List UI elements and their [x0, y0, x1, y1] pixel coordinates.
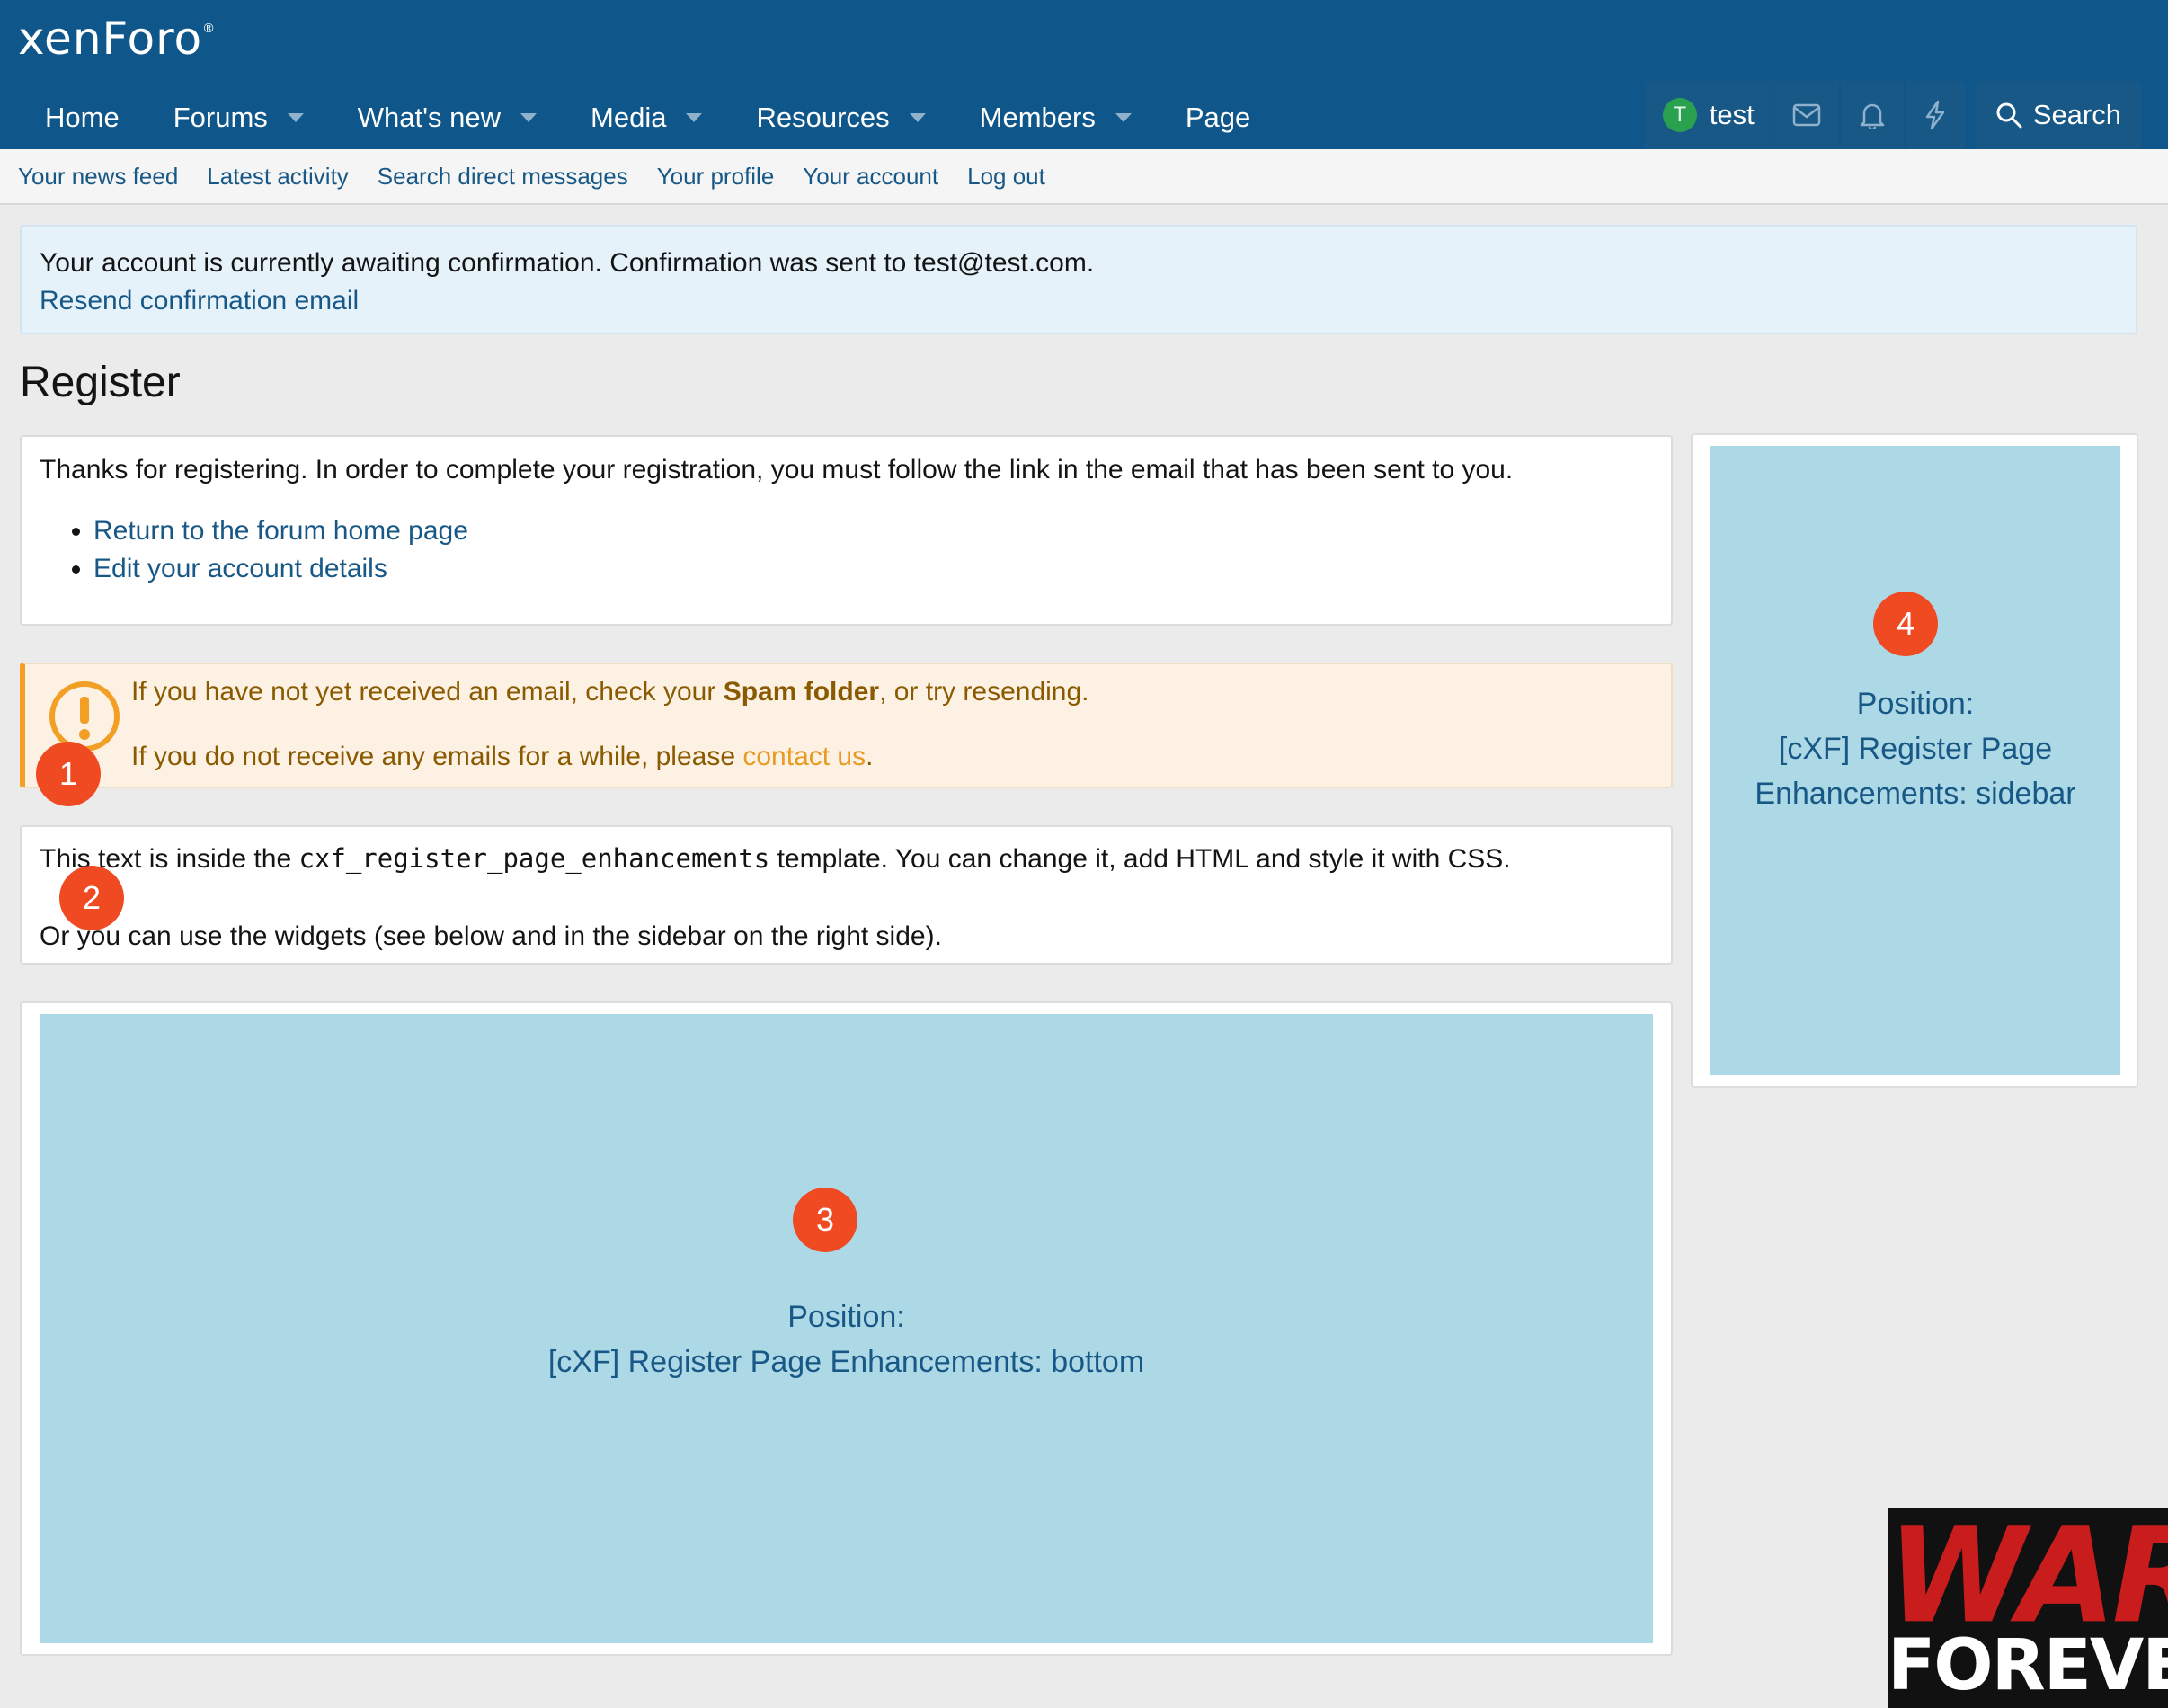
user-bar: T test Search [1644, 81, 2141, 149]
site-logo[interactable]: xenForo® [18, 13, 216, 65]
template-name: cxf_register_page_enhancements [298, 843, 770, 874]
list-item: Return to the forum home page [93, 512, 1653, 550]
search-button[interactable]: Search [1975, 81, 2141, 149]
envelope-icon [1792, 103, 1821, 127]
search-icon [1996, 102, 2022, 129]
callout-badge: 3 [793, 1188, 857, 1252]
main-nav: Home Forums What's new Media Resources M… [18, 86, 1277, 149]
list-item: Edit your account details [93, 550, 1653, 588]
warning-line-2: If you do not receive any emails for a w… [131, 742, 874, 771]
page-title: Register [20, 359, 181, 406]
site-header: xenForo® Home Forums What's new Media Re… [0, 0, 2168, 149]
sidebar-widget-text: Position: [cXF] Register Page Enhancemen… [1755, 687, 2076, 811]
account-group: T test [1644, 81, 1965, 149]
subnav-search-messages[interactable]: Search direct messages [378, 163, 628, 191]
nav-members[interactable]: Members [953, 86, 1159, 149]
subnav-your-account[interactable]: Your account [803, 163, 938, 191]
subnav-news-feed[interactable]: Your news feed [18, 163, 178, 191]
callout-badge: 2 [59, 866, 124, 930]
chevron-down-icon[interactable] [909, 113, 926, 122]
nav-media[interactable]: Media [564, 86, 729, 149]
war-forever-watermark: WAR FOREVER [1888, 1508, 2168, 1708]
whats-new-button[interactable] [1906, 81, 1965, 149]
bottom-widget: Position: [cXF] Register Page Enhancemen… [40, 1014, 1653, 1643]
nav-resources[interactable]: Resources [729, 86, 952, 149]
confirmation-notice: Your account is currently awaiting confi… [20, 225, 2137, 334]
forum-home-link[interactable]: Return to the forum home page [93, 516, 468, 546]
callout-badge: 1 [36, 742, 101, 806]
chevron-down-icon[interactable] [287, 113, 304, 122]
subnav-log-out[interactable]: Log out [967, 163, 1045, 191]
nav-page[interactable]: Page [1159, 86, 1277, 149]
sidebar-widget: Position: [cXF] Register Page Enhancemen… [1710, 446, 2120, 1075]
template-text-block: This text is inside the cxf_register_pag… [20, 825, 1673, 965]
exclamation-icon [49, 681, 120, 752]
nav-forums[interactable]: Forums [147, 86, 331, 149]
bottom-widget-block: Position: [cXF] Register Page Enhancemen… [20, 1001, 1673, 1656]
template-line-1: This text is inside the cxf_register_pag… [40, 843, 1511, 874]
nav-whats-new[interactable]: What's new [331, 86, 564, 149]
subnav-latest-activity[interactable]: Latest activity [207, 163, 349, 191]
sidebar-widget-block: Position: [cXF] Register Page Enhancemen… [1691, 433, 2138, 1088]
chevron-down-icon[interactable] [686, 113, 703, 122]
template-line-2: Or you can use the widgets (see below an… [40, 921, 942, 951]
nav-home[interactable]: Home [18, 86, 147, 149]
bell-icon [1860, 103, 1885, 129]
account-menu[interactable]: T test [1645, 81, 1773, 149]
bottom-widget-text: Position: [cXF] Register Page Enhancemen… [547, 1300, 1145, 1379]
callout-badge: 4 [1873, 592, 1938, 656]
avatar: T [1662, 98, 1697, 132]
resend-confirmation-link[interactable]: Resend confirmation email [40, 286, 359, 316]
subnav-your-profile[interactable]: Your profile [657, 163, 775, 191]
chevron-down-icon[interactable] [520, 113, 538, 122]
warning-line-1: If you have not yet received an email, c… [131, 677, 1089, 707]
registration-text: Thanks for registering. In order to comp… [40, 455, 1514, 485]
alerts-button[interactable] [1841, 81, 1904, 149]
registration-message: Thanks for registering. In order to comp… [20, 435, 1673, 626]
username: test [1709, 99, 1755, 130]
sub-nav: Your news feed Latest activity Search di… [0, 149, 2168, 205]
search-label: Search [2032, 99, 2121, 130]
link-list: Return to the forum home page Edit your … [40, 512, 1653, 588]
lightning-icon [1925, 100, 1945, 130]
contact-us-link[interactable]: contact us [742, 742, 866, 771]
chevron-down-icon[interactable] [1115, 113, 1132, 122]
edit-account-link[interactable]: Edit your account details [93, 554, 387, 583]
notice-text: Your account is currently awaiting confi… [40, 248, 1095, 278]
spam-warning: If you have not yet received an email, c… [20, 663, 1673, 788]
inbox-button[interactable] [1774, 81, 1839, 149]
